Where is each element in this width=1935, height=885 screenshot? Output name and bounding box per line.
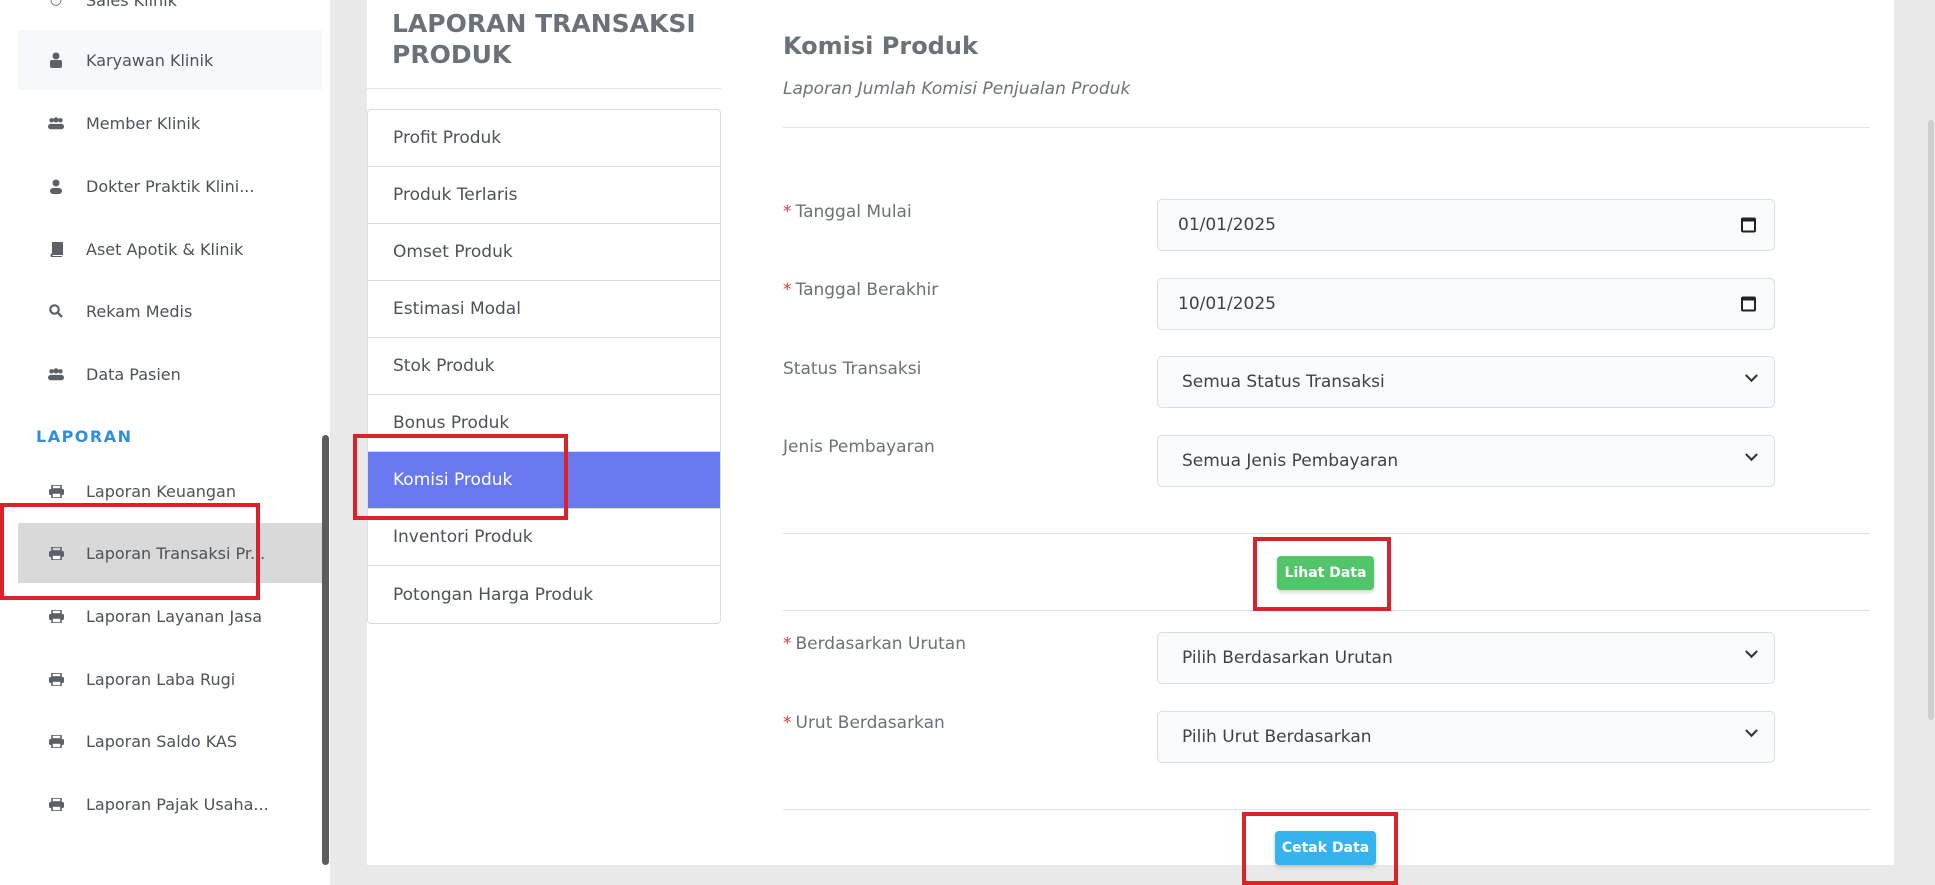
sidebar: ○ Sales Klinik Karyawan Klinik Member Kl… <box>0 0 330 885</box>
annotation-box-sidebar <box>0 503 260 600</box>
menu-item-profit-produk[interactable]: Profit Produk <box>368 110 720 167</box>
start-date-input[interactable]: 01/01/2025 <box>1157 199 1775 251</box>
divider <box>783 809 1870 810</box>
sidebar-item-label: Aset Apotik & Klinik <box>86 239 244 259</box>
menu-item-omset-produk[interactable]: Omset Produk <box>368 224 720 281</box>
print-icon <box>48 671 64 687</box>
circle-icon: ○ <box>49 0 63 8</box>
sidebar-item-laporan-pajak-usaha[interactable]: Laporan Pajak Usaha... <box>18 774 322 834</box>
user-icon <box>48 178 64 194</box>
print-icon <box>48 483 64 499</box>
start-date-label: * Tanggal Mulai <box>783 202 912 222</box>
sidebar-item-data-pasien[interactable]: Data Pasien <box>18 344 322 404</box>
page-scrollbar[interactable] <box>1928 120 1934 720</box>
sidebar-item-label: Laporan Pajak Usaha... <box>86 794 269 814</box>
sidebar-item-label: Laporan Laba Rugi <box>86 669 236 689</box>
report-menu-list: Profit Produk Produk Terlaris Omset Prod… <box>367 109 721 624</box>
status-select[interactable]: Semua Status Transaksi <box>1157 356 1775 408</box>
sidebar-item-label: Rekam Medis <box>86 301 193 321</box>
user-lock-icon <box>48 52 64 68</box>
sidebar-item-label: Karyawan Klinik <box>86 50 214 70</box>
search-icon <box>48 303 64 319</box>
start-date-value: 01/01/2025 <box>1178 215 1276 235</box>
chevron-down-icon <box>1745 724 1758 742</box>
end-date-value: 10/01/2025 <box>1178 294 1276 314</box>
sidebar-item-label: Sales Klinik <box>86 0 177 10</box>
sidebar-item-member-klinik[interactable]: Member Klinik <box>18 93 322 153</box>
annotation-box-menu <box>353 434 568 520</box>
order-by-select[interactable]: Pilih Berdasarkan Urutan <box>1157 632 1775 684</box>
required-mark: * <box>783 634 792 654</box>
print-icon <box>48 796 64 812</box>
required-mark: * <box>783 713 792 733</box>
annotation-box-print-button <box>1242 812 1398 885</box>
annotation-box-view-button <box>1253 537 1391 611</box>
menu-item-potongan-harga-produk[interactable]: Potongan Harga Produk <box>368 566 720 623</box>
sidebar-item-laporan-saldo-kas[interactable]: Laporan Saldo KAS <box>18 711 322 771</box>
status-label: Status Transaksi <box>783 359 922 379</box>
sidebar-item-label: Data Pasien <box>86 364 181 384</box>
chevron-down-icon <box>1745 369 1758 387</box>
sidebar-item-label: Laporan Layanan Jasa <box>86 606 263 626</box>
book-icon <box>48 241 64 257</box>
menu-item-estimasi-modal[interactable]: Estimasi Modal <box>368 281 720 338</box>
payment-label: Jenis Pembayaran <box>783 437 935 457</box>
sidebar-item-aset[interactable]: Aset Apotik & Klinik <box>18 219 322 279</box>
required-mark: * <box>783 280 792 300</box>
sidebar-scrollbar-thumb[interactable] <box>322 435 329 865</box>
sidebar-item-laporan-laba-rugi[interactable]: Laporan Laba Rugi <box>18 649 322 709</box>
page-subtitle: Laporan Jumlah Komisi Penjualan Produk <box>783 79 1131 99</box>
page-title: Komisi Produk <box>783 32 978 60</box>
divider <box>783 533 1870 534</box>
sidebar-item-label: Laporan Saldo KAS <box>86 731 238 751</box>
divider <box>783 127 1870 128</box>
sidebar-item-rekam-medis[interactable]: Rekam Medis <box>18 281 322 341</box>
end-date-label: * Tanggal Berakhir <box>783 280 939 300</box>
status-value: Semua Status Transaksi <box>1182 372 1385 392</box>
sidebar-item-dokter[interactable]: Dokter Praktik Klini... <box>18 156 322 216</box>
print-icon <box>48 608 64 624</box>
chevron-down-icon <box>1745 448 1758 466</box>
payment-value: Semua Jenis Pembayaran <box>1182 451 1399 471</box>
sidebar-item-label: Member Klinik <box>86 113 201 133</box>
calendar-icon[interactable] <box>1741 217 1756 233</box>
sidebar-section-laporan: LAPORAN <box>36 427 133 446</box>
print-icon <box>48 733 64 749</box>
sort-by-value: Pilih Urut Berdasarkan <box>1182 727 1372 747</box>
calendar-icon[interactable] <box>1741 296 1756 312</box>
users-icon <box>48 115 64 131</box>
sidebar-item-sales-klinik[interactable]: ○ Sales Klinik <box>18 0 322 30</box>
sidebar-item-label: Dokter Praktik Klini... <box>86 176 255 196</box>
payment-select[interactable]: Semua Jenis Pembayaran <box>1157 435 1775 487</box>
sort-by-label: * Urut Berdasarkan <box>783 713 945 733</box>
order-by-label: * Berdasarkan Urutan <box>783 634 966 654</box>
sort-by-select[interactable]: Pilih Urut Berdasarkan <box>1157 711 1775 763</box>
menu-item-produk-terlaris[interactable]: Produk Terlaris <box>368 167 720 224</box>
chevron-down-icon <box>1745 645 1758 663</box>
sidebar-item-karyawan-klinik[interactable]: Karyawan Klinik <box>18 30 322 90</box>
end-date-input[interactable]: 10/01/2025 <box>1157 278 1775 330</box>
sidebar-item-label: Laporan Keuangan <box>86 481 236 501</box>
users-icon <box>48 366 64 382</box>
required-mark: * <box>783 202 792 222</box>
order-by-value: Pilih Berdasarkan Urutan <box>1182 648 1393 668</box>
report-menu-title: LAPORAN TRANSAKSI PRODUK <box>392 9 696 69</box>
menu-item-stok-produk[interactable]: Stok Produk <box>368 338 720 395</box>
divider <box>367 88 721 89</box>
